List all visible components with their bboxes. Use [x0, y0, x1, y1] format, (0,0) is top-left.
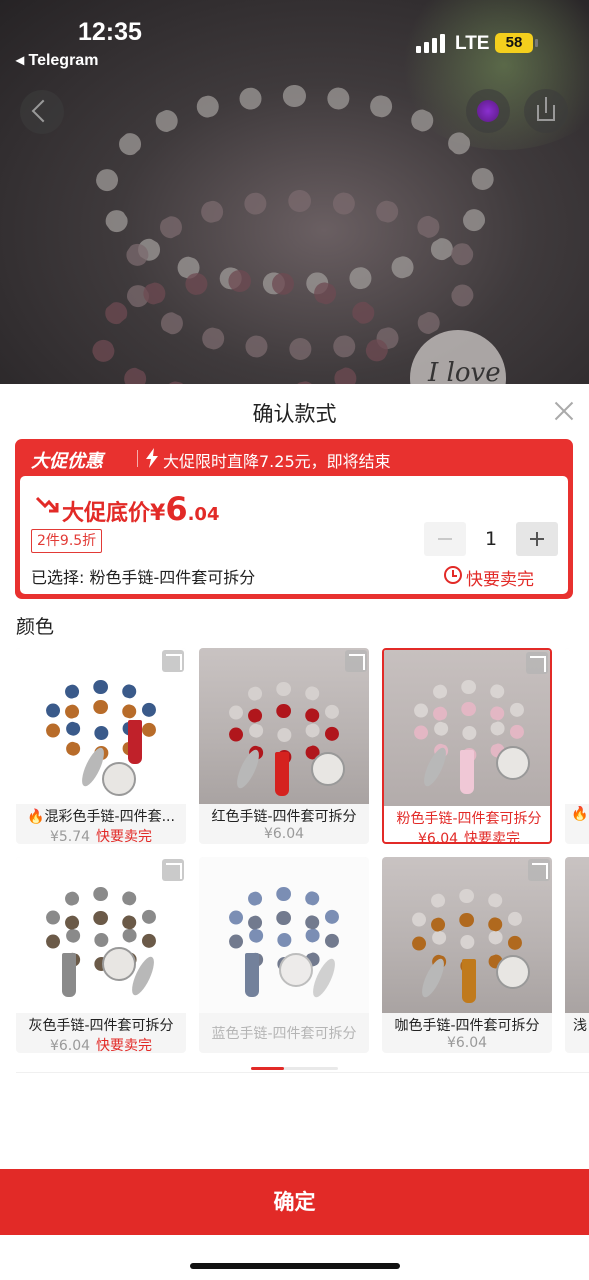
page-indicator [251, 1067, 338, 1070]
sheet-title: 确认款式 [252, 402, 337, 426]
option-thumbnail [565, 857, 589, 1013]
price-integer: 6 [165, 490, 188, 528]
alarm-clock-icon [444, 566, 462, 584]
tassel-image [460, 750, 474, 794]
color-option-card-disabled[interactable]: 蓝色手链-四件套可拆分 [199, 857, 369, 1053]
share-button[interactable] [524, 89, 568, 133]
option-price-row: ¥6.04 快要卖完 [384, 828, 550, 844]
promo-countdown-text: 大促限时直降7.25元，即将结束 [163, 452, 391, 471]
network-type: LTE [455, 33, 490, 54]
close-icon[interactable] [554, 401, 574, 421]
love-charm-image [279, 953, 313, 987]
price-prefix: 大促底价¥ [62, 501, 166, 526]
option-name: 红色手链-四件套可拆分 [211, 809, 357, 825]
love-charm-image: I love [410, 330, 506, 384]
flame-icon: 🔥 [27, 809, 45, 825]
option-price: ¥6.04 [49, 1038, 91, 1053]
promo-panel: 大促优惠 大促限时直降7.25元，即将结束 大促底价¥6.04 2件9.5折 已… [15, 439, 573, 599]
option-stock-label: 快要卖完 [96, 829, 153, 844]
sku-selection-sheet: 确认款式 大促优惠 大促限时直降7.25元，即将结束 大促底价¥6.04 2件9… [0, 384, 589, 1280]
expand-icon[interactable] [528, 859, 550, 881]
color-option-card[interactable]: 浅 [565, 857, 589, 1053]
color-option-card[interactable]: 灰色手链-四件套可拆分 ¥6.04 快要卖完 [16, 857, 186, 1053]
battery-icon: 58 [495, 33, 538, 53]
option-price-row: ¥5.74 快要卖完 [16, 826, 186, 844]
back-button[interactable] [20, 90, 64, 134]
color-option-card[interactable]: 红色手链-四件套可拆分 ¥6.04 [199, 648, 369, 844]
color-option-card[interactable]: 🔥 [565, 648, 589, 844]
option-thumbnail [16, 648, 186, 804]
selected-variant-text: 已选择: 粉色手链-四件套可拆分 [31, 568, 256, 587]
option-price: ¥5.74 [49, 829, 91, 844]
love-charm-image [311, 752, 345, 786]
option-thumbnail [199, 857, 369, 1013]
confirm-button[interactable]: 确定 [0, 1169, 589, 1235]
charm-engraving: I love [428, 358, 501, 384]
option-name: 浅 [573, 1018, 587, 1034]
option-price-row: ¥6.04 [382, 1035, 552, 1051]
option-thumbnail [382, 857, 552, 1013]
promo-header: 大促优惠 大促限时直降7.25元，即将结束 [15, 439, 573, 476]
option-name: 咖色手链-四件套可拆分 [394, 1018, 540, 1034]
option-name: 灰色手链-四件套可拆分 [28, 1018, 174, 1034]
option-thumbnail [199, 648, 369, 804]
tassel-image [275, 752, 289, 796]
quantity-decrement-button[interactable] [424, 522, 466, 556]
tassel-image [462, 959, 476, 1003]
promo-price: 大促底价¥6.04 [62, 490, 219, 528]
option-price-row: ¥6.04 快要卖完 [16, 1035, 186, 1053]
option-price: ¥6.04 [446, 1035, 488, 1051]
home-indicator[interactable] [190, 1263, 400, 1269]
expand-icon[interactable] [162, 859, 184, 881]
feather-charm-image [232, 747, 264, 791]
favorite-icon [477, 100, 499, 122]
option-price-row: ¥6.04 [199, 826, 369, 842]
color-options-grid: 🔥混彩色手链-四件套... ¥5.74 快要卖完 红色手链-四件套可拆分 ¥6.0… [0, 648, 589, 1058]
option-stock-label: 快要卖完 [464, 831, 521, 844]
option-name: 蓝色手链-四件套可拆分 [211, 1026, 357, 1042]
love-charm-image [102, 762, 136, 796]
option-name: 🔥混彩色手链-四件套... [27, 809, 175, 825]
price-decimal: .04 [187, 504, 220, 525]
price-panel: 大促底价¥6.04 2件9.5折 已选择: 粉色手链-四件套可拆分 1 快要卖完 [20, 476, 568, 594]
expand-icon[interactable] [526, 652, 548, 674]
lightning-icon [146, 448, 158, 468]
page-indicator-active [251, 1067, 284, 1070]
option-name: 粉色手链-四件套可拆分 [396, 811, 542, 827]
color-option-card-selected[interactable]: 粉色手链-四件套可拆分 ¥6.04 快要卖完 [382, 648, 552, 844]
feather-charm-image [417, 956, 449, 1000]
option-price: ¥6.04 [417, 831, 459, 844]
expand-icon[interactable] [162, 650, 184, 672]
promo-badge: 大促优惠 [31, 451, 103, 472]
tassel-image [128, 720, 142, 764]
status-bar: 12:35 ◂ Telegram LTE 58 [0, 0, 589, 76]
sell-fast-label: 快要卖完 [466, 570, 534, 590]
color-section-title: 颜色 [16, 616, 55, 638]
back-to-app-link[interactable]: ◂ Telegram [16, 50, 98, 70]
flame-icon: 🔥 [571, 806, 589, 822]
quantity-value[interactable]: 1 [466, 522, 516, 556]
option-price: ¥6.04 [263, 826, 305, 842]
chevron-left-icon [31, 99, 55, 123]
tassel-image [62, 953, 76, 997]
option-thumbnail [16, 857, 186, 1013]
price-drop-icon [35, 496, 59, 513]
color-option-card[interactable]: 🔥混彩色手链-四件套... ¥5.74 快要卖完 [16, 648, 186, 844]
divider [16, 1072, 589, 1073]
tassel-image [245, 953, 259, 997]
discount-tag: 2件9.5折 [31, 529, 103, 553]
love-charm-image [496, 955, 530, 989]
love-charm-image [102, 947, 136, 981]
color-option-card[interactable]: 咖色手链-四件套可拆分 ¥6.04 [382, 857, 552, 1053]
signal-icon [416, 33, 446, 53]
feather-charm-image [419, 745, 451, 789]
status-time: 12:35 [78, 18, 142, 46]
love-charm-image [496, 746, 530, 780]
option-stock-label: 快要卖完 [96, 1038, 153, 1053]
favorite-button[interactable] [466, 89, 510, 133]
quantity-increment-button[interactable] [516, 522, 558, 556]
divider [137, 450, 138, 467]
option-thumbnail [565, 648, 589, 804]
expand-icon[interactable] [345, 650, 367, 672]
